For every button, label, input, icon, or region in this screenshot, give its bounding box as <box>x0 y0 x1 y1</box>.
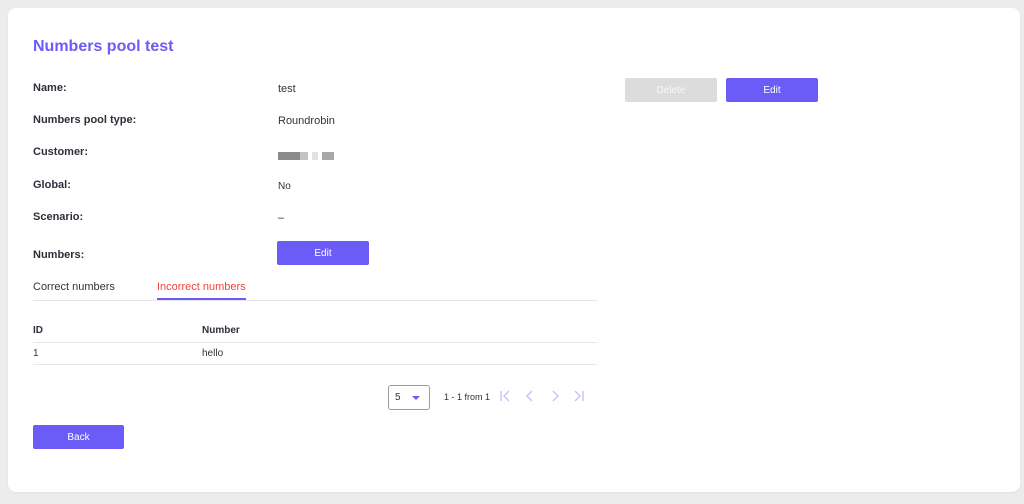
details-card: Numbers pool test Name: test Numbers poo… <box>8 8 1020 492</box>
next-page-icon[interactable] <box>548 388 562 404</box>
pagination-info: 1 - 1 from 1 <box>444 392 491 402</box>
delete-button[interactable]: Delete <box>625 78 717 102</box>
name-label: Name: <box>33 82 67 94</box>
caret-down-icon <box>412 396 420 400</box>
pool-type-label: Numbers pool type: <box>33 114 137 126</box>
numbers-label: Numbers: <box>33 249 85 261</box>
global-value: No <box>278 181 291 192</box>
last-page-icon[interactable] <box>572 388 586 404</box>
scenario-value: – <box>278 212 285 224</box>
active-tab-indicator <box>157 298 246 300</box>
numbers-edit-button[interactable]: Edit <box>277 241 369 265</box>
page-size-value: 5 <box>395 392 401 403</box>
global-label: Global: <box>33 179 71 191</box>
page-title: Numbers pool test <box>33 38 174 55</box>
numbers-tabs: Correct numbers Incorrect numbers <box>33 274 597 301</box>
name-value: test <box>278 83 296 95</box>
first-page-icon[interactable] <box>498 388 512 404</box>
page-size-select[interactable]: 5 <box>388 385 430 410</box>
edit-button[interactable]: Edit <box>726 78 818 102</box>
column-header-number: Number <box>202 325 240 336</box>
pool-type-value: Roundrobin <box>278 115 335 127</box>
customer-label: Customer: <box>33 146 89 158</box>
previous-page-icon[interactable] <box>523 388 537 404</box>
tab-incorrect-numbers[interactable]: Incorrect numbers <box>157 281 246 293</box>
row-divider <box>33 364 597 365</box>
scenario-label: Scenario: <box>33 211 84 223</box>
tab-correct-numbers[interactable]: Correct numbers <box>33 281 115 293</box>
customer-value-redacted <box>278 150 334 162</box>
row-number-cell: hello <box>202 348 224 359</box>
column-header-id: ID <box>33 325 43 336</box>
row-id-cell: 1 <box>33 348 39 359</box>
header-divider <box>33 342 597 343</box>
back-button[interactable]: Back <box>33 425 124 449</box>
